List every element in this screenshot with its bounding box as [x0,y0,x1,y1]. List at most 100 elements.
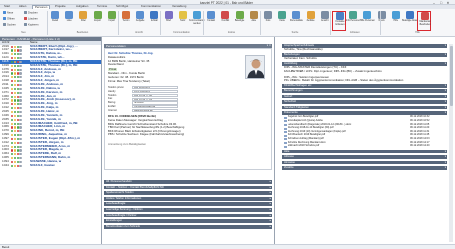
right-scrollbar-thumb[interactable] [449,46,453,106]
section-line: Verheiratet: Fam. Schultze [284,56,317,61]
detail-section-header[interactable]: Lesebeauftragte ▸ [104,202,272,207]
ribbon-small-label: Kopieren [28,23,39,27]
ribbon-icon [249,11,258,19]
ribbon-button[interactable]: Mandanten Bearbeiten [417,11,432,31]
expand-icon[interactable]: ▸ [270,202,271,206]
window-title: kanzlei PT 2022 | 01 - Bsb und Bäder [200,0,253,5]
person-country: Deutschland [108,62,124,66]
section-title: Standard-Tätigkeiten [284,105,309,109]
expand-icon[interactable]: ▸ [270,180,271,184]
person-photo[interactable] [245,55,265,79]
section-title: Andere Telefon Informationen [106,196,142,200]
section-toggle-icon[interactable]: ▾ [445,111,446,115]
expand-icon[interactable]: ▸ [270,214,271,218]
section-toggle-icon[interactable]: ▾ [445,44,446,48]
section-toggle-icon[interactable]: ▾ [445,161,446,165]
right-section-header[interactable]: Zusätze ▾ [282,165,447,170]
field-value[interactable]: www.schultze.de [132,108,178,113]
section-toggle-icon[interactable]: ▾ [445,155,446,159]
section-line: PFL ÜBERG.: Belaht für Ägyptenkommunikat… [284,78,404,83]
ribbon-icon [136,11,145,19]
ribbon-separator [47,11,48,35]
section-title: Lesebeauftragte / Partner [106,213,137,217]
section-title: Einstellungen [106,219,123,223]
right-section-header[interactable]: Bezeichnungen ▾ [282,89,447,94]
detail-section-header[interactable]: Leerzeilige Kennung – Notizen ▸ [104,208,272,212]
ribbon-separator [118,11,119,35]
ribbon-small-button[interactable]: Kopieren [24,23,38,27]
ribbon-small-label: Suchen [7,23,16,27]
expand-icon[interactable]: ▸ [270,186,271,190]
document-icon [284,145,287,148]
ribbon-small-icon [3,17,6,20]
documents-header[interactable]: Dokumente ▾ [282,110,447,115]
ribbon-icon [278,11,287,19]
detail-section-header[interactable]: Lesebeauftragte / Partner ▸ [104,213,272,218]
section-toggle-icon[interactable]: ▾ [445,100,446,104]
expand-icon[interactable]: ▸ [270,197,271,201]
ribbon-small-button[interactable]: Suchen [3,23,16,27]
section-title: Zusätze [284,165,294,169]
note-line: PBS / Schultze Sachsen: Klagee (Fahrbahn… [108,132,185,137]
ribbon-small-button[interactable]: Drucken [24,11,38,15]
section-title: Sicherheit [284,100,296,104]
detail-section-header[interactable]: Spalteneinsicht Telefon ▸ [104,191,272,195]
ribbon-small-button[interactable]: Löschen [24,17,38,21]
section-toggle-icon[interactable]: ▾ [445,166,446,170]
detail-section-header[interactable]: Andere Telefon Informationen ▸ [104,196,272,201]
ribbon-icon [377,11,386,19]
detail-section-header[interactable]: Benutzerdaten zum Schrank ▸ [104,224,272,229]
section-toggle-icon[interactable]: ▾ [445,53,446,57]
expand-icon[interactable]: ▸ [270,219,271,223]
ribbon-small-button[interactable]: Öffnen [3,17,15,21]
ribbon-small-icon [3,11,6,14]
ribbon-separator [380,11,381,35]
detail-section-header[interactable]: Kontakt – Notizen – Kontakt Berufshaftpf… [104,185,272,190]
ribbon-small-label: Neue [7,11,14,15]
ribbon-button[interactable]: Beteiligte Akten [402,11,418,31]
close-button[interactable]: ✕ [445,1,451,5]
section-toggle-icon[interactable]: ▾ [445,150,446,154]
detail-section-header[interactable]: Alt. Personenhandeln ▸ [104,180,272,184]
document-row[interactable]: Vollmacht 2018 Schultze.pdf 06.12.2018 12… [282,144,442,148]
right-section-header[interactable]: Sicherheit ▾ [282,100,447,104]
right-scrollbar[interactable] [449,44,453,242]
splitter-right[interactable] [274,37,275,244]
right-section-header[interactable]: Geburt ▾ [282,94,447,99]
right-section-header[interactable]: Akte ▾ [282,149,447,154]
right-section-header[interactable]: Hinweise ▾ [282,160,447,165]
section-title: Dokumente [284,110,298,114]
table-row[interactable]: 1044 SCHULZ, Gustav [0,164,101,168]
ribbon-button-label: Mandanten Bearbeiten [419,21,431,26]
section-title: Akte [284,149,290,153]
ribbon-small-label: Löschen [28,17,38,21]
section-toggle-icon[interactable]: ▾ [445,84,446,88]
status-bar: Bereit [0,244,455,249]
section-toggle-icon[interactable]: ▾ [445,95,446,99]
ribbon-small-button[interactable]: Neue [3,11,13,15]
row-number: 1044 [2,163,9,167]
detail-section-header[interactable]: Einstellungen ▸ [104,219,272,223]
ribbon-group-label: Hilfe [415,31,420,34]
right-section-header[interactable]: Adresse ▾ [282,155,447,159]
maximize-button[interactable]: □ [438,1,444,5]
right-section-header[interactable]: Standard-Tätigkeiten ▾ [282,105,447,110]
notes-extra: Anmerkung zum Betätigtseiten [108,142,147,146]
ribbon-icon [178,11,187,19]
expand-icon[interactable]: ▸ [270,208,271,212]
ribbon-separator [260,11,261,35]
person-details-body: Herr Dr. Schultze Thomas, Dr.-Ing. Datas… [104,48,272,170]
section-title: Adresse [284,155,294,159]
expand-icon[interactable]: ▸ [270,191,271,195]
section-title: Lesebeauftragte [106,202,126,206]
section-toggle-icon[interactable]: ▾ [445,89,446,93]
expand-icon[interactable]: ▸ [270,225,271,229]
splitter-left[interactable] [101,37,102,244]
right-section-header[interactable]: Klinik/Rechtsfragen etc ▾ [282,83,447,88]
minimize-button[interactable]: – [431,1,437,5]
ribbon-group-label: Kommunikation [173,31,190,34]
section-toggle-icon[interactable]: ▾ [445,106,446,110]
section-title: Benutzerdaten zum Schrank [106,224,140,228]
ribbon-small-icon [24,11,27,14]
section-toggle-icon[interactable]: ▾ [445,62,446,66]
